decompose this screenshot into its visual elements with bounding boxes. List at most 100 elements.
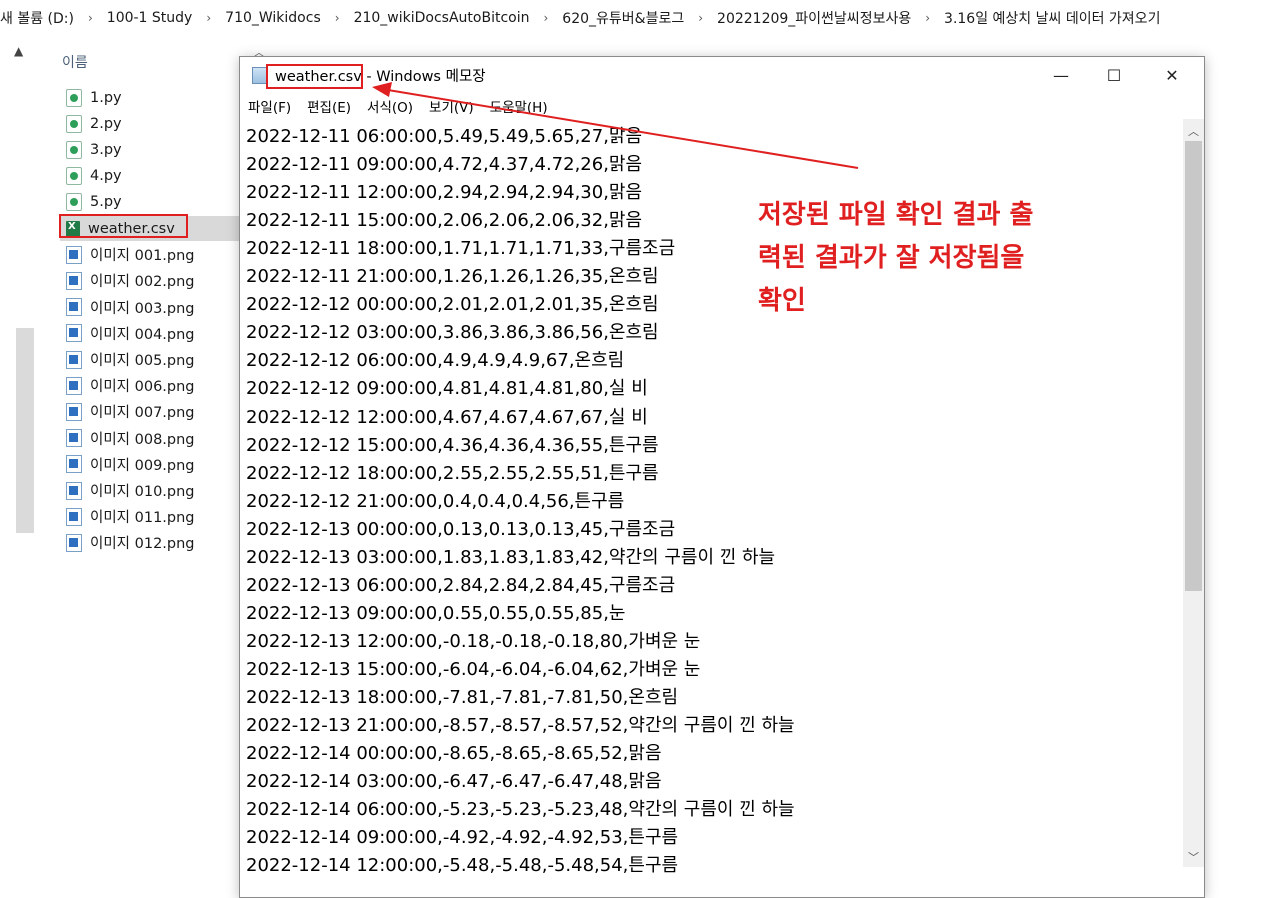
scroll-down-icon[interactable]: ﹀ — [1188, 849, 1199, 865]
image-file-icon — [66, 533, 82, 552]
file-name: 이미지 002.png — [90, 274, 195, 291]
python-file-icon — [66, 88, 82, 107]
column-header-name[interactable]: 이름 — [62, 52, 88, 72]
minimize-icon: — — [1053, 65, 1069, 85]
text-line: 2022-12-13 00:00:00,0.13,0.13,0.13,45,구름… — [246, 518, 676, 540]
title-app-name: - Windows 메모장 — [361, 68, 486, 85]
file-item[interactable]: 이미지 012.png — [60, 530, 240, 555]
close-icon: ✕ — [1165, 65, 1179, 85]
menu-edit[interactable]: 편집(E) — [299, 96, 359, 116]
text-line: 2022-12-12 12:00:00,4.67,4.67,4.67,67,실 … — [246, 406, 648, 428]
text-line: 2022-12-13 09:00:00,0.55,0.55,0.55,85,눈 — [246, 602, 626, 624]
python-file-icon — [66, 140, 82, 159]
scroll-up-icon[interactable]: ▲ — [14, 44, 23, 58]
file-item[interactable]: 이미지 004.png — [60, 321, 240, 346]
file-item[interactable]: 1.py — [60, 85, 240, 110]
text-line: 2022-12-12 15:00:00,4.36,4.36,4.36,55,튼구… — [246, 434, 659, 456]
menu-file[interactable]: 파일(F) — [240, 96, 299, 116]
text-line: 2022-12-14 03:00:00,-6.47,-6.47,-6.47,48… — [246, 771, 662, 793]
file-name: 3.py — [90, 141, 122, 158]
file-item[interactable]: 이미지 006.png — [60, 373, 240, 398]
file-item[interactable]: 이미지 005.png — [60, 347, 240, 372]
scroll-up-icon[interactable]: ︿ — [1188, 123, 1199, 139]
image-file-icon — [66, 245, 82, 264]
chevron-right-icon[interactable]: › — [80, 11, 101, 25]
image-file-icon — [66, 271, 82, 290]
chevron-right-icon[interactable]: › — [690, 11, 711, 25]
text-line: 2022-12-13 12:00:00,-0.18,-0.18,-0.18,80… — [246, 630, 701, 652]
text-line: 2022-12-11 21:00:00,1.26,1.26,1.26,35,온흐… — [246, 266, 659, 288]
text-line: 2022-12-11 12:00:00,2.94,2.94,2.94,30,맑음 — [246, 182, 643, 204]
chevron-right-icon[interactable]: › — [198, 11, 219, 25]
image-file-icon — [66, 429, 82, 448]
nav-scrollbar-thumb[interactable] — [16, 328, 34, 533]
chevron-right-icon[interactable]: › — [327, 11, 348, 25]
breadcrumb-item[interactable]: 210_wikiDocsAutoBitcoin — [348, 10, 536, 26]
text-line: 2022-12-12 00:00:00,2.01,2.01,2.01,35,온흐… — [246, 294, 659, 316]
breadcrumb-item[interactable]: 710_Wikidocs — [219, 10, 327, 26]
notepad-window: weather.csv - Windows 메모장 — ☐ ✕ 파일(F) 편집… — [239, 56, 1205, 898]
scrollbar-thumb[interactable] — [1185, 141, 1202, 591]
text-line: 2022-12-13 18:00:00,-7.81,-7.81,-7.81,50… — [246, 687, 679, 708]
file-item[interactable]: 이미지 010.png — [60, 478, 240, 503]
image-file-icon — [66, 507, 82, 526]
text-line: 2022-12-13 03:00:00,1.83,1.83,1.83,42,약간… — [246, 546, 776, 568]
text-line: 2022-12-12 09:00:00,4.81,4.81,4.81,80,실 … — [246, 378, 648, 400]
menu-help[interactable]: 도움말(H) — [482, 96, 556, 116]
file-item[interactable]: 이미지 008.png — [60, 426, 240, 451]
python-file-icon — [66, 167, 82, 186]
file-name: 4.py — [90, 168, 122, 185]
navigation-pane: ▲ — [0, 38, 40, 883]
text-line: 2022-12-14 06:00:00,-5.23,-5.23,-5.23,48… — [246, 799, 795, 821]
breadcrumb-item[interactable]: 20221209_파이썬날씨정보사용 — [711, 8, 917, 28]
breadcrumb: 새 볼륨 (D:) › 100-1 Study › 710_Wikidocs › 210_w… — [0, 0, 1267, 36]
breadcrumb-item[interactable]: 3.16일 예상치 날씨 데이터 가져오기 — [938, 8, 1166, 28]
file-item[interactable]: 3.py — [60, 137, 240, 162]
file-name: 이미지 008.png — [90, 431, 195, 448]
file-name: 이미지 006.png — [90, 379, 195, 396]
file-item[interactable]: 이미지 001.png — [60, 242, 240, 267]
file-item[interactable]: 5.py — [60, 190, 240, 215]
image-file-icon — [66, 324, 82, 343]
text-line: 2022-12-14 09:00:00,-4.92,-4.92,-4.92,53… — [246, 827, 679, 849]
image-file-icon — [66, 402, 82, 421]
image-file-icon — [66, 350, 82, 369]
notepad-icon — [252, 66, 267, 84]
file-item[interactable]: 이미지 003.png — [60, 295, 240, 320]
image-file-icon — [66, 298, 82, 317]
annotation-text: 저장된 파일 확인 결과 출 력된 결과가 잘 저장됨을 확인 — [758, 194, 1098, 323]
chevron-right-icon[interactable]: › — [917, 11, 938, 25]
breadcrumb-item[interactable]: 새 볼륨 (D:) — [0, 8, 80, 28]
close-button[interactable]: ✕ — [1143, 57, 1201, 93]
python-file-icon — [66, 114, 82, 133]
annotation-line: 확인 — [758, 286, 806, 316]
menu-bar: 파일(F) 편집(E) 서식(O) 보기(V) 도움말(H) — [240, 93, 1204, 119]
text-line: 2022-12-14 12:00:00,-5.48,-5.48,-5.48,54… — [246, 855, 679, 877]
title-bar[interactable]: weather.csv - Windows 메모장 — ☐ ✕ — [240, 57, 1204, 93]
file-name: 이미지 011.png — [90, 510, 195, 527]
image-file-icon — [66, 481, 82, 500]
file-name: 이미지 003.png — [90, 300, 195, 317]
highlight-box-weather-csv — [59, 214, 188, 238]
maximize-button[interactable]: ☐ — [1085, 57, 1143, 93]
file-name: 2.py — [90, 115, 122, 132]
maximize-icon: ☐ — [1106, 65, 1122, 85]
file-item[interactable]: 이미지 009.png — [60, 452, 240, 477]
menu-format[interactable]: 서식(O) — [359, 96, 421, 116]
text-line: 2022-12-12 18:00:00,2.55,2.55,2.55,51,튼구… — [246, 462, 659, 484]
file-name: 1.py — [90, 89, 122, 106]
minimize-button[interactable]: — — [1032, 57, 1090, 93]
file-item[interactable]: 이미지 002.png — [60, 268, 240, 293]
file-name: 이미지 009.png — [90, 457, 195, 474]
file-item[interactable]: 2.py — [60, 111, 240, 136]
menu-view[interactable]: 보기(V) — [421, 96, 482, 116]
file-item[interactable]: 4.py — [60, 164, 240, 189]
breadcrumb-item[interactable]: 620_유튜버&블로그 — [556, 8, 690, 28]
file-item[interactable]: 이미지 007.png — [60, 399, 240, 424]
annotation-line: 저장된 파일 확인 결과 출 — [758, 200, 1034, 230]
breadcrumb-item[interactable]: 100-1 Study — [101, 10, 199, 26]
vertical-scrollbar[interactable]: ︿ ﹀ — [1183, 119, 1204, 867]
file-name: 이미지 012.png — [90, 536, 195, 553]
file-item[interactable]: 이미지 011.png — [60, 504, 240, 529]
chevron-right-icon[interactable]: › — [535, 11, 556, 25]
